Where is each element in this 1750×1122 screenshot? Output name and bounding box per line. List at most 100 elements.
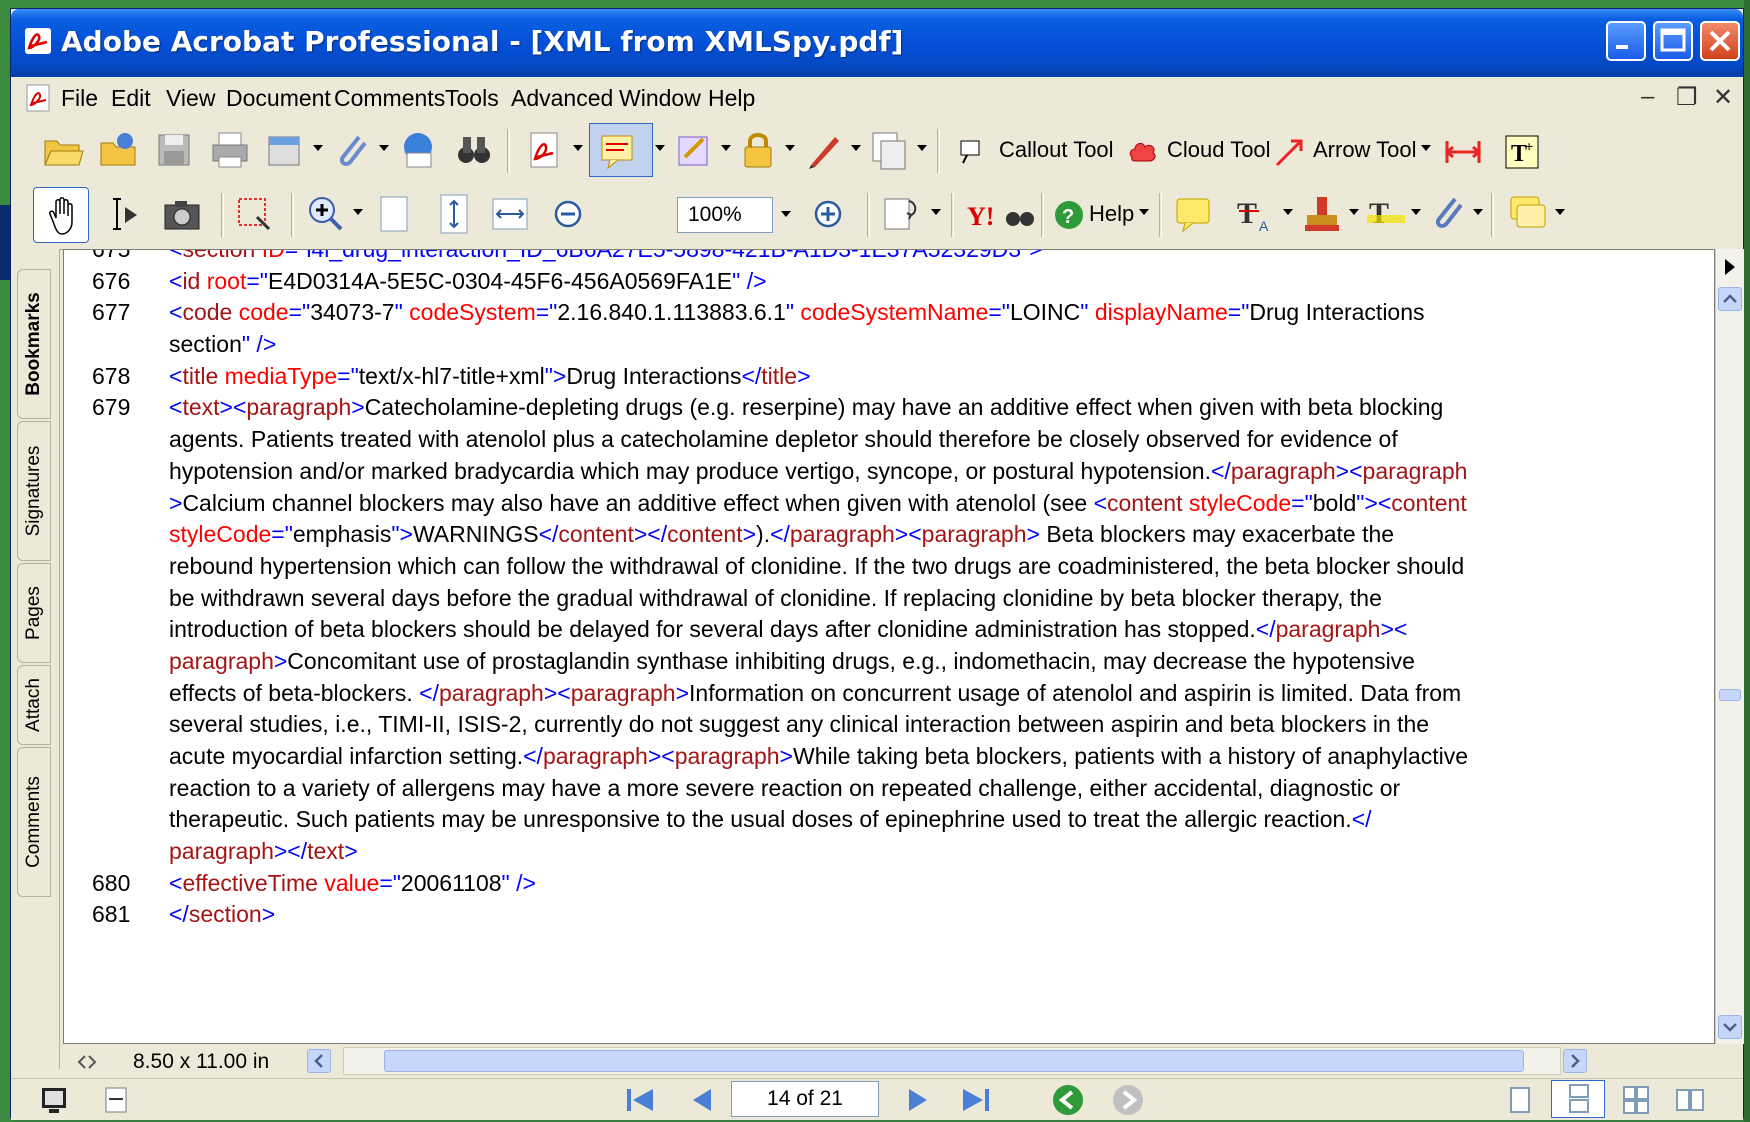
page-layout-icon[interactable] bbox=[101, 1085, 131, 1115]
continuous-view-button[interactable] bbox=[1551, 1080, 1605, 1118]
doc-minimize-icon[interactable]: – bbox=[1641, 83, 1654, 111]
pages-dropdown-icon[interactable] bbox=[917, 145, 927, 151]
maximize-button[interactable] bbox=[1653, 21, 1693, 61]
split-handle-icon[interactable] bbox=[75, 1052, 99, 1072]
continuous-facing-view-icon[interactable] bbox=[1621, 1085, 1651, 1115]
tab-attach[interactable]: Attach bbox=[17, 665, 51, 745]
callout-tool-icon[interactable] bbox=[957, 137, 987, 167]
menu-comments[interactable]: Comments bbox=[334, 85, 445, 112]
attach-dropdown-icon[interactable] bbox=[379, 145, 389, 151]
first-page-icon[interactable] bbox=[623, 1085, 657, 1115]
tab-comments[interactable]: Comments bbox=[17, 747, 51, 897]
help-label[interactable]: Help bbox=[1089, 201, 1134, 227]
menu-file[interactable]: File bbox=[61, 85, 98, 112]
horizontal-scroll-thumb[interactable] bbox=[384, 1050, 1524, 1072]
tab-signatures[interactable]: Signatures bbox=[17, 421, 51, 561]
review-tool-button[interactable] bbox=[589, 123, 653, 177]
review-dropdown-icon[interactable] bbox=[655, 145, 665, 151]
menu-help[interactable]: Help bbox=[708, 85, 755, 112]
open-folder-icon[interactable] bbox=[39, 127, 85, 173]
doc-restore-icon[interactable]: ❐ bbox=[1676, 83, 1698, 112]
zoom-dropdown-icon[interactable] bbox=[353, 209, 363, 215]
zoom-in-icon[interactable] bbox=[303, 191, 349, 237]
attach-file-comment-icon[interactable] bbox=[1425, 191, 1471, 237]
zoom-in-plus-icon[interactable] bbox=[805, 191, 851, 237]
snapshot-camera-icon[interactable] bbox=[159, 191, 205, 237]
attach-comment-dropdown-icon[interactable] bbox=[1473, 209, 1483, 215]
rotate-dropdown-icon[interactable] bbox=[931, 209, 941, 215]
form-tool-icon[interactable] bbox=[671, 127, 717, 173]
form-dropdown-icon[interactable] bbox=[721, 145, 731, 151]
menu-tools[interactable]: Tools bbox=[445, 85, 499, 112]
fit-page-icon[interactable] bbox=[431, 191, 477, 237]
close-button[interactable] bbox=[1700, 21, 1740, 61]
vertical-scroll-thumb[interactable] bbox=[1719, 689, 1741, 701]
document-view[interactable]: 675 <section ID="i4i_drug_interaction_ID_… bbox=[63, 249, 1715, 1044]
text-edit-tool-icon[interactable]: TA bbox=[1233, 191, 1279, 237]
help-icon[interactable]: ? bbox=[1053, 199, 1085, 231]
zoom-level-dropdown[interactable] bbox=[773, 197, 799, 233]
create-pdf-icon[interactable] bbox=[263, 127, 309, 173]
help-dropdown-icon[interactable] bbox=[1139, 209, 1149, 215]
cloud-tool-icon[interactable] bbox=[1127, 137, 1159, 167]
facing-view-icon[interactable] bbox=[1675, 1085, 1705, 1115]
zoom-level-field[interactable]: 100% bbox=[677, 197, 773, 233]
sign-pen-icon[interactable] bbox=[801, 127, 847, 173]
secure-lock-icon[interactable] bbox=[735, 127, 781, 173]
go-back-view-icon[interactable] bbox=[1051, 1083, 1085, 1117]
arrow-tool-icon[interactable] bbox=[1273, 135, 1307, 169]
scroll-down-button[interactable] bbox=[1718, 1015, 1742, 1039]
show-comments-dropdown-icon[interactable] bbox=[1555, 209, 1565, 215]
minimize-button[interactable] bbox=[1606, 21, 1646, 61]
next-page-icon[interactable] bbox=[903, 1085, 933, 1115]
text-edit-dropdown-icon[interactable] bbox=[1283, 209, 1293, 215]
actual-size-icon[interactable] bbox=[371, 191, 417, 237]
email-icon[interactable] bbox=[395, 127, 441, 173]
vertical-scrollbar[interactable] bbox=[1715, 249, 1744, 1044]
last-page-icon[interactable] bbox=[959, 1085, 993, 1115]
stamp-dropdown-icon[interactable] bbox=[1349, 209, 1359, 215]
dimensioning-tool-icon[interactable] bbox=[1443, 135, 1483, 169]
attach-icon[interactable] bbox=[329, 127, 375, 173]
arrow-tool-label[interactable]: Arrow Tool bbox=[1313, 137, 1417, 163]
menu-view[interactable]: View bbox=[166, 85, 215, 112]
single-page-view-icon[interactable] bbox=[1505, 1085, 1535, 1115]
menu-edit[interactable]: Edit bbox=[111, 85, 151, 112]
zoom-out-icon[interactable] bbox=[545, 191, 591, 237]
cloud-tool-label[interactable]: Cloud Tool bbox=[1167, 137, 1271, 163]
scroll-up-button[interactable] bbox=[1718, 287, 1742, 311]
note-comment-icon[interactable] bbox=[1171, 191, 1217, 237]
page-number-field[interactable]: 14 of 21 bbox=[731, 1081, 879, 1117]
go-forward-view-icon[interactable] bbox=[1111, 1083, 1145, 1117]
menu-document[interactable]: Document bbox=[226, 85, 331, 112]
pdf-document-icon[interactable] bbox=[23, 83, 53, 113]
organizer-icon[interactable] bbox=[95, 127, 141, 173]
highlight-dropdown-icon[interactable] bbox=[1411, 209, 1421, 215]
select-text-icon[interactable] bbox=[101, 191, 147, 237]
panel-expand-arrow-icon[interactable] bbox=[1722, 257, 1738, 277]
yahoo-search-icon[interactable]: Y! bbox=[965, 197, 1035, 233]
tab-pages[interactable]: Pages bbox=[17, 563, 51, 663]
marquee-zoom-icon[interactable] bbox=[231, 191, 277, 237]
highlight-text-icon[interactable]: T bbox=[1363, 191, 1409, 237]
stamp-tool-icon[interactable] bbox=[1299, 191, 1345, 237]
text-box-tool-icon[interactable]: T+ bbox=[1503, 133, 1541, 171]
fit-width-icon[interactable] bbox=[487, 191, 533, 237]
pdf-create-icon[interactable] bbox=[521, 127, 567, 173]
scroll-right-button[interactable] bbox=[1563, 1049, 1587, 1073]
callout-tool-label[interactable]: Callout Tool bbox=[999, 137, 1114, 163]
pdf-create-dropdown-icon[interactable] bbox=[573, 145, 583, 151]
horizontal-scrollbar[interactable] bbox=[343, 1047, 1561, 1075]
tab-bookmarks[interactable]: Bookmarks bbox=[17, 269, 51, 419]
secure-dropdown-icon[interactable] bbox=[785, 145, 795, 151]
menu-window[interactable]: Window bbox=[619, 85, 701, 112]
arrow-tool-dropdown-icon[interactable] bbox=[1421, 145, 1431, 151]
monitor-icon[interactable] bbox=[39, 1085, 69, 1115]
document-pages-icon[interactable] bbox=[867, 127, 913, 173]
previous-page-icon[interactable] bbox=[687, 1085, 717, 1115]
hand-tool-button[interactable] bbox=[33, 187, 89, 243]
doc-close-icon[interactable]: ✕ bbox=[1713, 83, 1733, 112]
rotate-view-icon[interactable] bbox=[879, 191, 925, 237]
create-pdf-dropdown-icon[interactable] bbox=[313, 145, 323, 151]
title-bar[interactable]: Adobe Acrobat Professional - [XML from X… bbox=[11, 9, 1743, 77]
